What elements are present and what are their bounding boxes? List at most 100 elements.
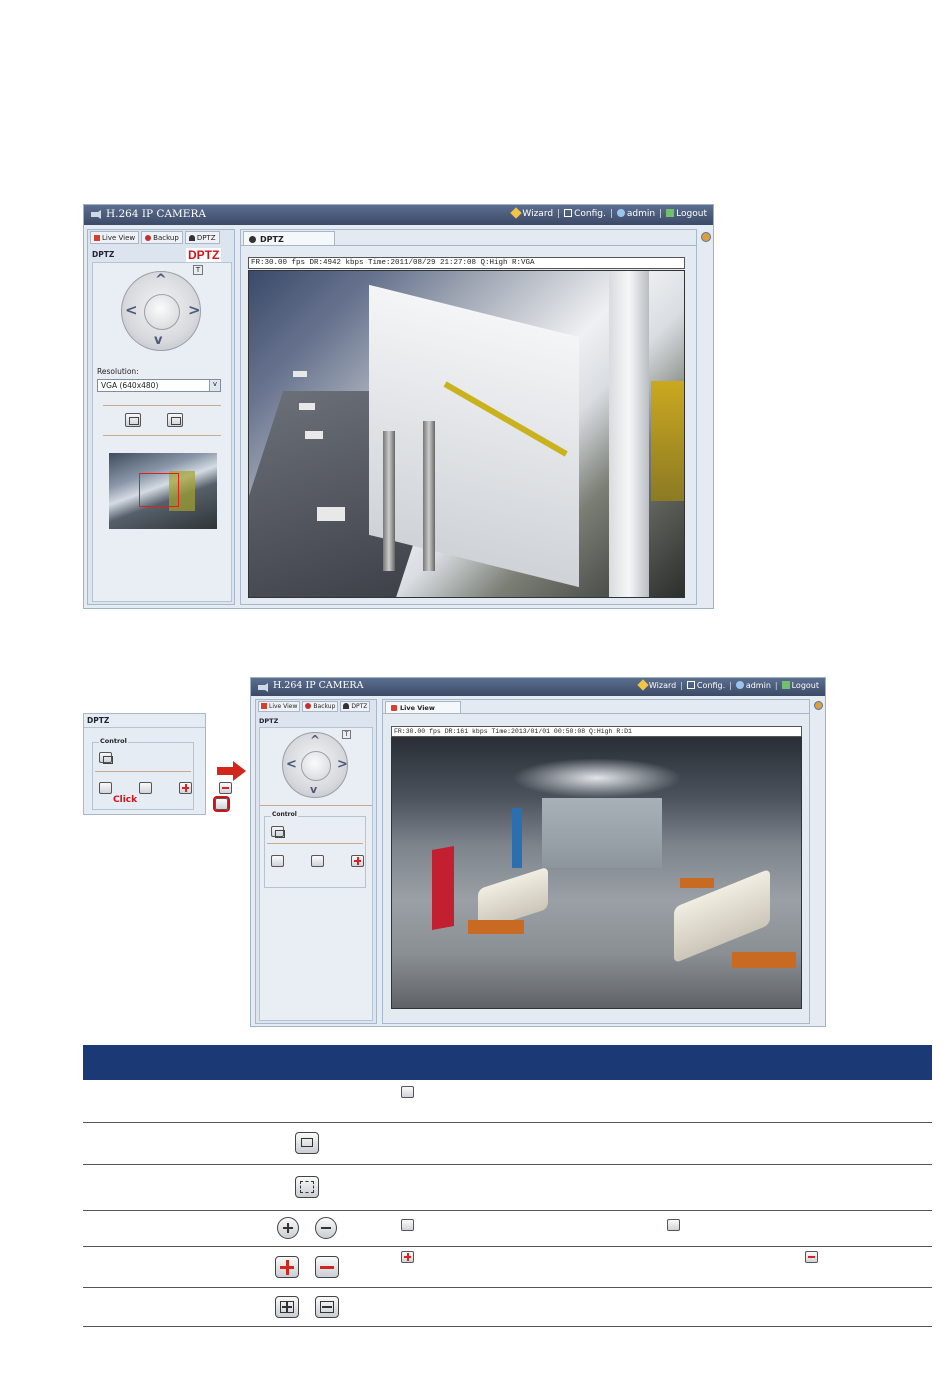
panel-title: DPTZ (259, 717, 279, 725)
restore-icon (401, 1086, 414, 1098)
zoom-out-icon[interactable] (139, 781, 153, 794)
arrow-right-icon[interactable]: > (188, 303, 201, 318)
nav-admin[interactable]: admin (616, 209, 655, 219)
live-view-icon (261, 703, 267, 709)
zoom-in-icon (277, 1217, 300, 1239)
camera-logo-icon (91, 210, 101, 219)
table-row (83, 1122, 932, 1165)
logout-icon (666, 209, 675, 217)
chevron-down-icon: v (209, 380, 220, 391)
live-view-icon (391, 705, 397, 711)
zoom-out-icon[interactable] (311, 854, 325, 867)
dome-icon (188, 235, 195, 241)
tab-dptz[interactable]: DPTZ (184, 231, 220, 244)
tab-backup[interactable]: Backup (141, 231, 183, 244)
minus-icon[interactable] (219, 781, 233, 794)
zoom-out-icon (314, 1217, 337, 1239)
arrow-down-icon[interactable]: v (154, 334, 162, 347)
help-icon[interactable] (701, 232, 711, 242)
ptz-direction-ring[interactable]: ^ v < > (282, 732, 348, 798)
hide-toggle-icon[interactable]: T (193, 265, 203, 275)
table-header (83, 1045, 932, 1080)
plus-icon[interactable] (179, 781, 193, 794)
function-table (83, 1045, 932, 1327)
live-video-feed[interactable] (248, 270, 685, 598)
nav-admin[interactable]: admin (735, 681, 771, 690)
app-title: H.264 IP CAMERA (106, 208, 206, 220)
backup-icon (305, 703, 312, 709)
right-panel: DPTZ FR:30.00 fps DR:4942 kbps Time:2011… (240, 229, 697, 605)
inset-panel-title: DPTZ (87, 716, 110, 725)
live-video-feed[interactable] (391, 737, 802, 1009)
zoom-in-icon[interactable] (99, 781, 112, 794)
backup-icon (145, 235, 152, 241)
table-row (83, 1246, 932, 1288)
minus-icon (805, 1250, 819, 1263)
tab-live-view[interactable]: Live View (90, 231, 140, 244)
table-row (83, 1080, 932, 1123)
tab-live-view[interactable]: Live View (258, 701, 301, 712)
expand-icon-highlighted[interactable] (213, 795, 231, 812)
title-bar: H.264 IP CAMERA Wizard | Config. | admin… (251, 678, 825, 696)
help-icon[interactable] (814, 701, 823, 710)
nav-wizard[interactable]: Wizard (510, 207, 553, 219)
arrow-right-icon (217, 761, 246, 781)
inset-dptz-panel: DPTZ Control Click (83, 713, 233, 815)
snapshot-icon[interactable] (99, 752, 113, 764)
expand-icon (275, 1295, 300, 1318)
dome-icon (343, 703, 350, 709)
arrow-up-icon[interactable]: ^ (310, 734, 320, 746)
wizard-icon (510, 207, 523, 219)
table-row (83, 1210, 932, 1247)
plus-icon[interactable] (351, 854, 365, 867)
arrow-left-icon[interactable]: < (125, 303, 138, 318)
table-row (83, 1287, 932, 1327)
divider (103, 435, 221, 436)
app-title: H.264 IP CAMERA (273, 680, 364, 691)
zoom-region-box[interactable] (139, 473, 179, 507)
dome-icon (249, 236, 256, 243)
nav-config[interactable]: Config. (686, 681, 725, 690)
plus-icon (275, 1255, 300, 1278)
ptz-center-button[interactable] (301, 751, 331, 781)
top-nav: Wizard | Config. | admin | Logout (637, 679, 819, 691)
divider (103, 405, 221, 406)
wizard-icon (637, 679, 649, 691)
tab-backup[interactable]: Backup (302, 701, 339, 712)
tab-dptz-view[interactable]: DPTZ (243, 231, 335, 246)
live-view-window: H.264 IP CAMERA Wizard | Config. | admin… (250, 677, 826, 1027)
zoom-out-icon (667, 1218, 681, 1231)
top-nav: Wizard | Config. | admin | Logout (510, 207, 707, 219)
dptz-control-box: T ^ v < > Resolution: VGA (640x480) v (92, 262, 232, 602)
dptz-preview-thumbnail (109, 453, 217, 529)
live-view-icon (94, 235, 100, 241)
nav-logout[interactable]: Logout (666, 209, 707, 219)
click-callout: Click (113, 795, 138, 805)
nav-wizard[interactable]: Wizard (637, 679, 676, 691)
ptz-center-button[interactable] (144, 294, 180, 330)
nav-config[interactable]: Config. (564, 209, 606, 219)
zoom-in-icon (401, 1218, 414, 1231)
snapshot-icon[interactable] (125, 413, 141, 427)
inset-control-group: Control Click (92, 737, 233, 812)
zoom-in-icon[interactable] (271, 854, 284, 867)
full-screen-icon[interactable] (167, 413, 183, 427)
arrow-up-icon[interactable]: ^ (155, 273, 167, 287)
arrow-left-icon[interactable]: < (286, 758, 297, 771)
nav-logout[interactable]: Logout (781, 681, 819, 690)
hide-toggle-icon[interactable]: T (342, 730, 351, 739)
snapshot-icon[interactable] (271, 826, 285, 838)
dptz-window: H.264 IP CAMERA Wizard | Config. | admin… (83, 204, 714, 609)
ptz-direction-ring[interactable]: ^ v < > (121, 271, 201, 351)
control-label: Control (271, 811, 298, 818)
tab-dptz[interactable]: DPTZ (340, 701, 371, 712)
left-panel: Live View Backup DPTZ DPTZ T ^ v < > Con… (255, 699, 405, 1024)
tab-live-view-pane[interactable]: Live View (385, 701, 461, 713)
resolution-select[interactable]: VGA (640x480) v (97, 379, 221, 392)
arrow-right-icon[interactable]: > (337, 758, 348, 771)
minus-icon (314, 1255, 339, 1278)
status-overlay: FR:30.00 fps DR:161 kbps Time:2013/01/01… (391, 726, 802, 737)
arrow-down-icon[interactable]: v (310, 784, 317, 795)
dptz-callout: DPTZ (186, 248, 222, 262)
dptz-control-box: T ^ v < > Control (259, 727, 405, 1021)
